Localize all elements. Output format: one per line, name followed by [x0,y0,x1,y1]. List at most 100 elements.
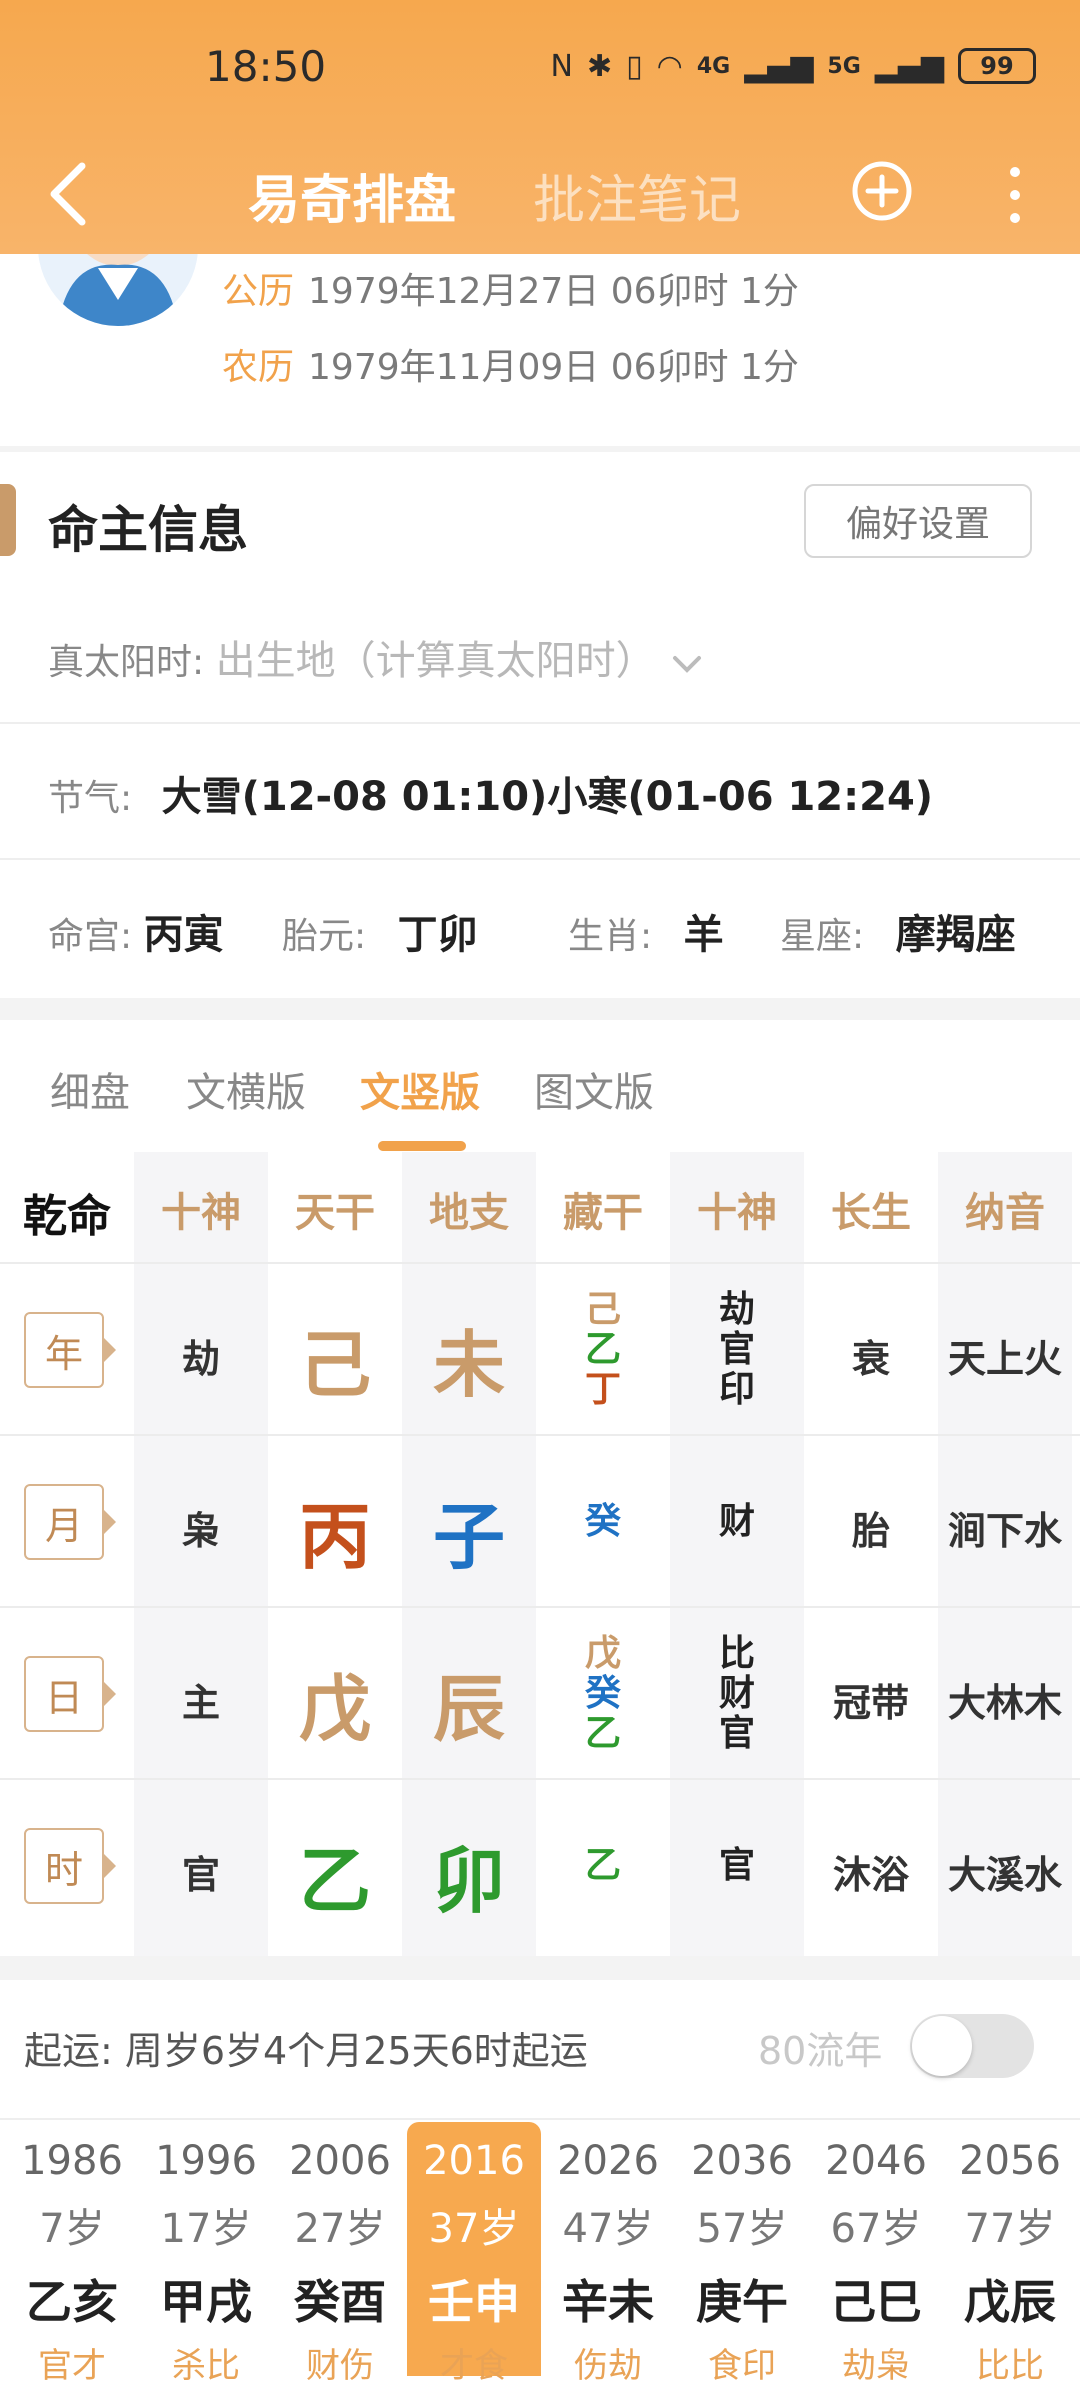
decade-age: 47岁 [562,2206,654,2252]
decade-ganzhi: 辛未 [562,2275,654,2329]
decade-year: 2016 [423,2138,525,2184]
solar-date-key: 公历 [222,271,295,312]
column-header: 纳音 [965,1190,1045,1236]
tai-yuan-key: 胎元: [282,916,367,957]
decade-age: 57岁 [696,2206,788,2252]
decade-year: 1996 [155,2138,257,2184]
pillar-label[interactable]: 时 [24,1828,116,1904]
chevron-down-icon[interactable] [667,649,707,679]
add-circle-icon[interactable] [851,160,913,222]
tab-yiqi-chart[interactable]: 易奇排盘 [248,158,456,233]
nayin-cell: 大溪水 [947,1853,1062,1897]
solar-term-key: 节气: [48,778,133,819]
flow-year-toggle[interactable] [910,2014,1034,2078]
column-header: 长生 [831,1190,911,1236]
canggan-shishen-char: 印 [718,1369,755,1410]
tai-yuan-value: 丁卯 [397,912,478,958]
tiangan-cell[interactable]: 丙 [268,1478,402,1583]
more-vertical-icon[interactable] [1000,160,1030,230]
changsheng-cell: 冠带 [832,1681,909,1725]
dizhi-cell[interactable]: 卯 [402,1822,536,1927]
signal-bars-icon: ▂▄▆ [744,48,814,84]
tab-vertical[interactable]: 文竖版 [360,1060,480,1118]
column-header: 十神 [161,1190,241,1236]
canggan-char: 癸 [584,1673,621,1714]
true-solar-time-key: 真太阳时: [48,642,205,683]
signal-4g-icon: 4G [696,53,731,79]
pillar-label[interactable]: 月 [24,1484,116,1560]
canggan-shishen-char: 官 [718,1713,755,1754]
dizhi-cell[interactable]: 未 [402,1306,536,1411]
shishen-cell: 主 [181,1681,220,1725]
decade-ganzhi: 乙亥 [26,2275,118,2329]
constellation-key: 星座: [780,916,865,957]
bluetooth-icon: ✱ [586,48,613,84]
section-title: 命主信息 [48,501,248,559]
tab-detail[interactable]: 细盘 [50,1060,130,1118]
luck-decade-item[interactable]: 1986 7岁 乙亥 官才 [5,2122,139,2386]
canggan-char: 乙 [584,1713,621,1754]
luck-decade-item[interactable]: 2056 77岁 戊辰 比比 [943,2122,1077,2386]
constellation-row: 星座: 摩羯座 [780,902,1016,960]
divider [0,858,1080,860]
decade-shishen: 伤劫 [574,2346,642,2386]
tab-annotation-notes[interactable]: 批注笔记 [533,158,741,233]
tiangan-cell[interactable]: 乙 [268,1822,402,1927]
birthplace-select[interactable]: 出生地（计算真太阳时） [216,638,656,684]
dizhi-cell[interactable]: 辰 [402,1650,536,1755]
luck-decade-item[interactable]: 2006 27岁 癸酉 财伤 [273,2122,407,2386]
divider [0,722,1080,724]
divider [0,998,1080,1020]
tiangan-cell[interactable]: 戊 [268,1650,402,1755]
back-arrow-icon[interactable] [40,154,100,234]
row-divider [0,1778,1080,1780]
nayin-cell: 天上火 [947,1337,1062,1381]
true-solar-time-row[interactable]: 真太阳时: 出生地（计算真太阳时） [48,628,707,686]
status-icons: N ✱ ▯ ◠ 4G ▂▄▆ 5G ▂▄▆ 99 [551,46,1036,86]
tab-graphic[interactable]: 图文版 [534,1060,654,1118]
luck-decade-item[interactable]: 2016 37岁 壬申 才食 [407,2122,541,2386]
decade-ganzhi: 甲戌 [160,2275,252,2329]
toggle-knob[interactable] [912,2016,972,2076]
column-shade [670,1152,804,1956]
nayin-cell: 大林木 [947,1681,1062,1725]
luck-decade-item[interactable]: 2036 57岁 庚午 食印 [675,2122,809,2386]
canggan-shishen-char: 官 [718,1329,755,1370]
solar-date-row: 公历 1979年12月27日 06卯时 1分 [222,262,799,314]
tiangan-cell[interactable]: 己 [268,1306,402,1411]
status-bar: 18:50 N ✱ ▯ ◠ 4G ▂▄▆ 5G ▂▄▆ 99 [0,0,1080,138]
decade-shishen: 劫枭 [842,2346,910,2386]
luck-decade-item[interactable]: 2046 67岁 己巳 劫枭 [809,2122,943,2386]
dizhi-cell[interactable]: 子 [402,1478,536,1583]
divider [0,446,1080,452]
lunar-date-value: 1979年11月09日 06卯时 1分 [308,347,799,388]
tab-horizontal[interactable]: 文横版 [186,1060,306,1118]
luck-decade-item[interactable]: 2026 47岁 辛未 伤劫 [541,2122,675,2386]
ming-gong-key: 命宫: [48,916,133,957]
chart-corner-label: 乾命 [23,1191,111,1242]
luck-decade-item[interactable]: 1996 17岁 甲戌 杀比 [139,2122,273,2386]
preference-settings-button[interactable]: 偏好设置 [804,484,1032,558]
pillar-label[interactable]: 年 [24,1312,116,1388]
ming-gong-row: 命宫: 丙寅 [48,902,224,960]
decade-shishen: 杀比 [172,2346,240,2386]
canggan-shishen-char: 劫 [718,1289,755,1330]
decade-age: 67岁 [830,2206,922,2252]
zodiac-row: 生肖: 羊 [568,902,724,960]
canggan-char: 己 [584,1289,621,1330]
decade-ganzhi: 壬申 [428,2275,520,2329]
decade-shishen: 食印 [708,2346,776,2386]
solar-term-row: 节气: 大雪(12-08 01:10)小寒(01-06 12:24) [48,764,933,822]
canggan-char: 乙 [584,1845,621,1886]
changsheng-cell: 衰 [851,1337,890,1381]
column-header: 地支 [429,1190,509,1236]
lunar-date-key: 农历 [222,347,295,388]
column-header: 天干 [295,1190,375,1236]
zodiac-value: 羊 [683,912,724,958]
changsheng-cell: 沐浴 [832,1853,909,1897]
canggan-char: 乙 [584,1329,621,1370]
decade-shishen: 官才 [38,2346,106,2386]
nav-bar: 易奇排盘 批注笔记 [0,138,1080,254]
pillar-label[interactable]: 日 [24,1656,116,1732]
tab-indicator [378,1141,466,1151]
